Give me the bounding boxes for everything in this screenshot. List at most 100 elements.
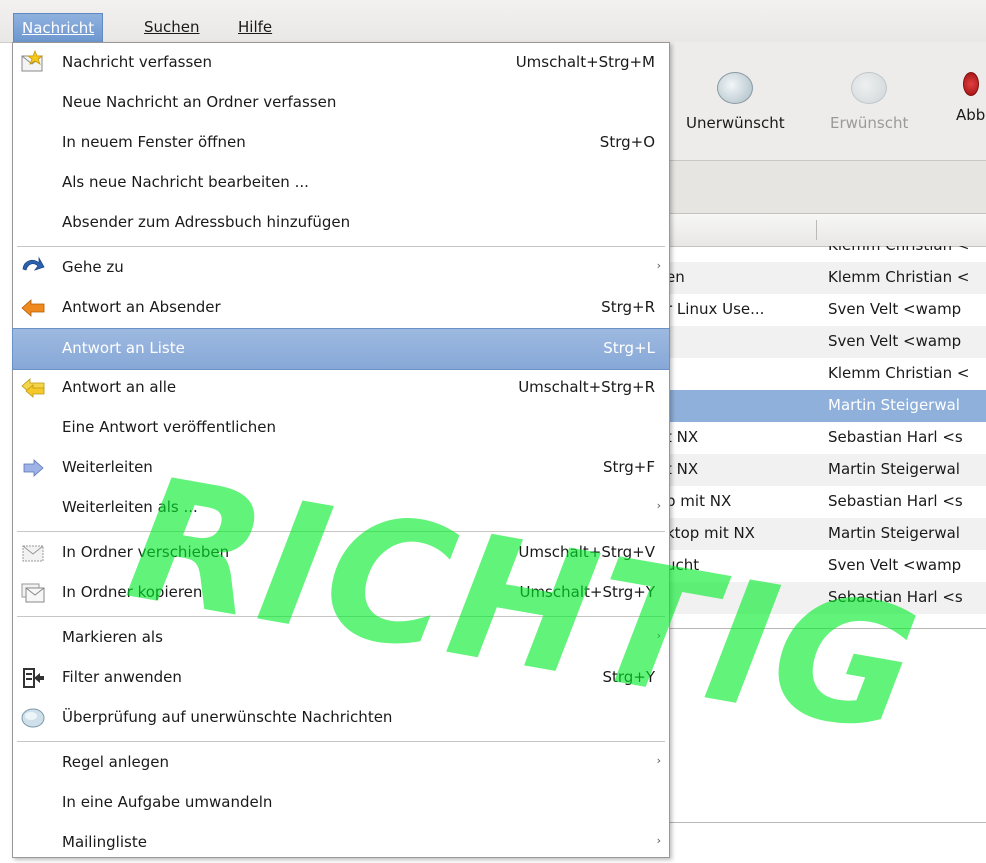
row-sender: Sven Velt <wamp <box>828 556 962 574</box>
menu-item-move-to-folder[interactable]: In Ordner verschieben Umschalt+Strg+V <box>13 533 669 573</box>
menu-item-label: In Ordner verschieben <box>62 543 230 561</box>
menu-item-compose-to-folder[interactable]: Neue Nachricht an Ordner verfassen <box>13 83 669 123</box>
row-subject: r Linux Use... <box>666 300 765 318</box>
table-row[interactable]: Klemm Christian < <box>660 358 986 390</box>
menu-item-shortcut: Umschalt+Strg+R <box>518 378 655 396</box>
table-row[interactable]: Sebastian Harl <s <box>660 582 986 614</box>
menu-item-copy-to-folder[interactable]: In Ordner kopieren Umschalt+Strg+Y <box>13 573 669 613</box>
menu-item-label: Nachricht verfassen <box>62 53 213 71</box>
menu-item-reply-all[interactable]: Antwort an alle Umschalt+Strg+R <box>13 368 669 408</box>
row-sender: Martin Steigerwal <box>828 396 960 414</box>
menu-item-convert-to-task[interactable]: In eine Aufgabe umwandeln <box>13 783 669 823</box>
menu-nachricht[interactable]: Nachricht <box>13 13 104 42</box>
junk-check-icon <box>21 708 45 728</box>
menu-item-label: Neue Nachricht an Ordner verfassen <box>62 93 337 111</box>
menu-item-open-new-window[interactable]: In neuem Fenster öffnen Strg+O <box>13 123 669 163</box>
table-row-selected[interactable]: Martin Steigerwal <box>660 390 986 422</box>
menu-suchen-label: Suchen <box>144 18 200 36</box>
menu-item-label: Antwort an Liste <box>62 339 185 357</box>
menu-item-label: Als neue Nachricht bearbeiten ... <box>62 173 309 191</box>
row-sender: Sebastian Harl <s <box>828 428 963 446</box>
reply-icon <box>21 299 45 317</box>
menu-item-shortcut: Umschalt+Strg+V <box>518 543 655 561</box>
row-sender: Sebastian Harl <s <box>828 588 963 606</box>
row-subject: t NX <box>666 460 699 478</box>
table-row[interactable]: r Linux Use... Sven Velt <wamp <box>660 294 986 326</box>
preview-divider <box>660 822 986 823</box>
menu-suchen[interactable]: Suchen <box>136 13 208 41</box>
menu-item-label: Mailingliste <box>62 833 147 851</box>
menu-item-label: Weiterleiten als ... <box>62 498 198 516</box>
row-subject: p mit NX <box>666 492 732 510</box>
menu-separator <box>17 246 665 247</box>
menu-item-edit-as-new[interactable]: Als neue Nachricht bearbeiten ... <box>13 163 669 203</box>
menu-item-add-sender[interactable]: Absender zum Adressbuch hinzufügen <box>13 203 669 243</box>
menu-item-reply-sender[interactable]: Antwort an Absender Strg+R <box>13 288 669 328</box>
menu-item-shortcut: Umschalt+Strg+M <box>515 53 655 71</box>
column-separator[interactable] <box>816 220 817 240</box>
table-row[interactable]: en Klemm Christian < <box>660 262 986 294</box>
menu-hilfe[interactable]: Hilfe <box>230 13 280 41</box>
row-sender: Martin Steigerwal <box>828 524 960 542</box>
menu-item-label: Gehe zu <box>62 258 124 276</box>
table-row[interactable]: Klemm Christian < <box>660 246 986 262</box>
row-sender: Sven Velt <wamp <box>828 300 962 318</box>
menu-item-forward[interactable]: Weiterleiten Strg+F <box>13 448 669 488</box>
wanted-button[interactable]: Erwünscht <box>830 72 908 132</box>
submenu-arrow-icon: › <box>656 629 661 642</box>
move-folder-icon <box>22 545 44 562</box>
menu-item-publish-reply[interactable]: Eine Antwort veröffentlichen <box>13 408 669 448</box>
cut-off-button[interactable]: Abb <box>956 72 985 124</box>
table-row[interactable]: t NX Sebastian Harl <s <box>660 422 986 454</box>
search-strip <box>660 161 986 214</box>
row-sender: Sven Velt <wamp <box>828 332 962 350</box>
table-row[interactable]: Sven Velt <wamp <box>660 326 986 358</box>
menu-item-forward-as[interactable]: Weiterleiten als ... › <box>13 488 669 528</box>
menu-item-label: Antwort an Absender <box>62 298 221 316</box>
menu-item-label: Weiterleiten <box>62 458 153 476</box>
main-toolbar: Unerwünscht Erwünscht Abb <box>660 42 986 161</box>
row-subject: ucht <box>666 556 700 574</box>
table-row[interactable]: ktop mit NX Martin Steigerwal <box>660 518 986 550</box>
not-junk-icon <box>851 72 888 104</box>
forward-icon <box>23 459 44 477</box>
menu-item-compose[interactable]: Nachricht verfassen Umschalt+Strg+M <box>13 43 669 83</box>
list-divider <box>660 628 986 629</box>
menu-item-label: Überprüfung auf unerwünschte Nachrichten <box>62 708 393 726</box>
row-sender: Klemm Christian < <box>828 268 970 286</box>
menu-item-create-rule[interactable]: Regel anlegen › <box>13 743 669 783</box>
menu-item-mailing-list[interactable]: Mailingliste › <box>13 823 669 863</box>
menu-item-shortcut: Strg+F <box>602 458 655 476</box>
row-sender: Sebastian Harl <s <box>828 492 963 510</box>
message-menu: Nachricht verfassen Umschalt+Strg+M Neue… <box>12 42 670 858</box>
wanted-label: Erwünscht <box>830 114 909 132</box>
message-list-header <box>660 214 986 247</box>
menu-separator <box>17 531 665 532</box>
submenu-arrow-icon: › <box>656 754 661 767</box>
menu-item-label: Absender zum Adressbuch hinzufügen <box>62 213 351 231</box>
menu-item-mark-as[interactable]: Markieren als › <box>13 618 669 658</box>
menu-item-label: In eine Aufgabe umwandeln <box>62 793 273 811</box>
copy-folder-icon <box>21 583 45 603</box>
row-sender: Klemm Christian < <box>828 246 969 254</box>
junk-icon <box>717 72 754 104</box>
menu-item-junk-check[interactable]: Überprüfung auf unerwünschte Nachrichten <box>13 698 669 738</box>
menu-item-apply-filter[interactable]: Filter anwenden Strg+Y <box>13 658 669 698</box>
menu-item-label: Markieren als <box>62 628 163 646</box>
menu-item-shortcut: Strg+R <box>601 298 655 316</box>
cut-off-icon <box>962 72 979 96</box>
menu-item-shortcut: Strg+L <box>603 339 655 357</box>
menu-item-goto[interactable]: Gehe zu › <box>13 248 669 288</box>
table-row[interactable]: t NX Martin Steigerwal <box>660 454 986 486</box>
menu-item-label: In neuem Fenster öffnen <box>62 133 246 151</box>
menu-separator <box>17 616 665 617</box>
table-row[interactable]: ucht Sven Velt <wamp <box>660 550 986 582</box>
table-row[interactable]: p mit NX Sebastian Harl <s <box>660 486 986 518</box>
compose-icon <box>21 50 44 72</box>
row-subject: t NX <box>666 428 699 446</box>
submenu-arrow-icon: › <box>656 259 661 272</box>
unwanted-button[interactable]: Unerwünscht <box>686 72 785 132</box>
menu-item-label: Eine Antwort veröffentlichen <box>62 418 276 436</box>
menu-item-label: Antwort an alle <box>62 378 177 396</box>
menu-item-reply-list[interactable]: Antwort an Liste Strg+L <box>12 328 670 370</box>
